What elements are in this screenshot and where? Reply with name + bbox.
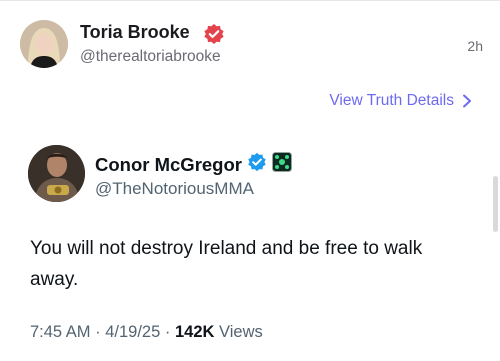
x-author-row: Conor McGregor [95, 152, 292, 177]
meta-separator: · [95, 323, 101, 341]
author-name[interactable]: Toria Brooke [80, 22, 190, 43]
embedded-x-post[interactable]: Conor McGregor @TheNotoriousMMA You will… [28, 145, 468, 355]
post-timestamp: 2h [467, 38, 483, 54]
avatar[interactable] [20, 20, 68, 68]
author-name[interactable]: Conor McGregor [95, 154, 242, 176]
post-metadata: 7:45 AM · 4/19/25 · 142K Views [30, 323, 263, 342]
post-date[interactable]: 4/19/25 [105, 323, 160, 341]
views-label: Views [219, 323, 263, 341]
truth-post-header: Toria Brooke @therealtoriabrooke 2h [20, 20, 485, 72]
top-divider [0, 0, 500, 1]
views-count: 142K [174, 323, 215, 341]
verified-badge-icon [203, 23, 225, 45]
author-handle[interactable]: @therealtoriabrooke [80, 48, 221, 66]
view-truth-details-label: View Truth Details [329, 92, 454, 109]
view-truth-details-link[interactable]: View Truth Details [329, 92, 472, 110]
chevron-right-icon [462, 94, 472, 108]
affiliate-badge-icon[interactable] [271, 152, 292, 177]
author-handle[interactable]: @TheNotoriousMMA [95, 179, 254, 199]
post-time[interactable]: 7:45 AM [30, 323, 91, 341]
post-text: You will not destroy Ireland and be free… [30, 238, 423, 290]
meta-separator: · [164, 323, 171, 341]
blue-check-verified-icon [247, 152, 267, 177]
avatar[interactable] [28, 145, 85, 202]
scrollbar[interactable] [493, 176, 498, 232]
